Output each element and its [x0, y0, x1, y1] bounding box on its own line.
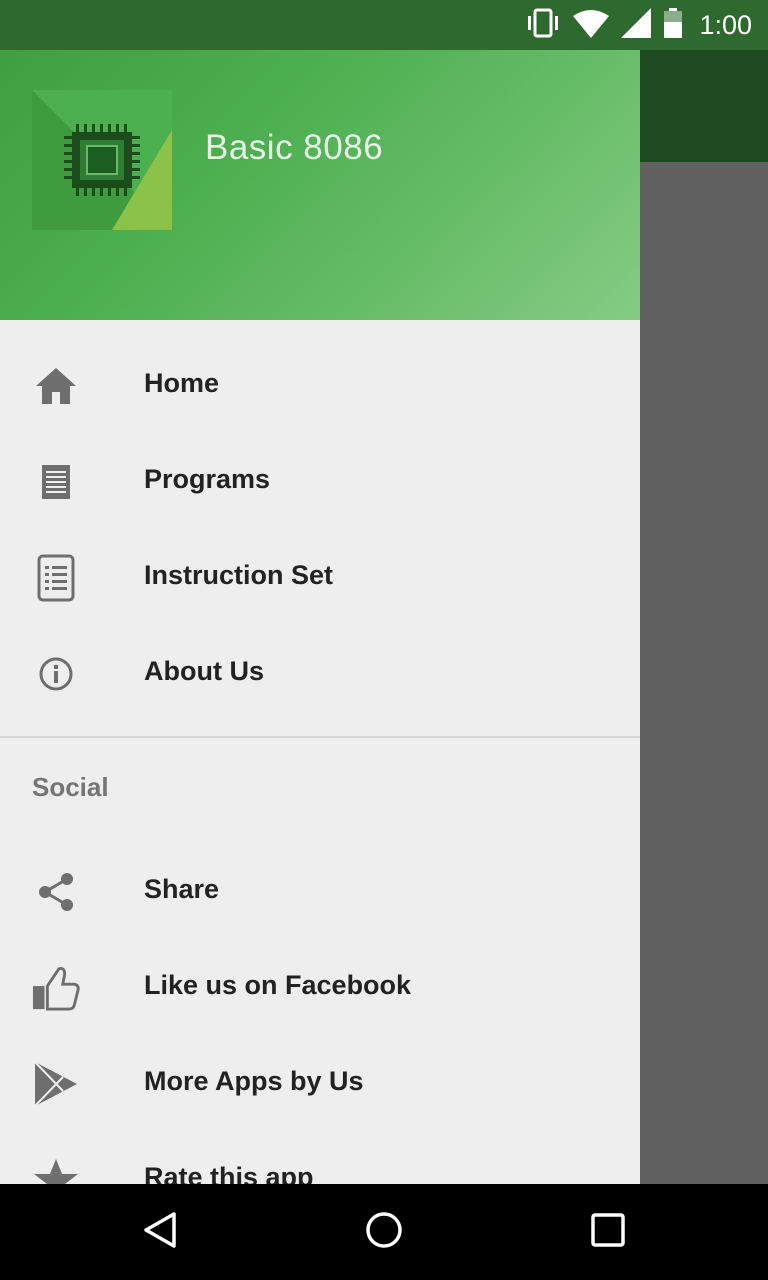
navigation-drawer: Basic 8086 Home Programs Instruction Set…: [0, 0, 640, 1184]
menu-item-share[interactable]: Share: [0, 844, 640, 940]
system-nav-bar: [0, 1184, 768, 1280]
menu-item-label: Programs: [144, 464, 271, 494]
home-icon: [32, 362, 80, 410]
star-icon: [32, 1156, 80, 1184]
menu-item-programs[interactable]: Programs: [0, 434, 640, 530]
menu-item-label: Like us on Facebook: [144, 970, 412, 1000]
info-icon: [32, 650, 80, 698]
app-title: Basic 8086: [205, 128, 384, 167]
document-icon: [32, 458, 80, 506]
cell-signal-icon: [621, 7, 652, 43]
menu-item-label: About Us: [144, 656, 264, 686]
back-icon: [140, 1210, 180, 1255]
wifi-icon: [573, 8, 610, 43]
status-bar: 1:00: [0, 0, 768, 50]
menu-item-about-us[interactable]: About Us: [0, 626, 640, 722]
menu-item-label: Instruction Set: [144, 560, 334, 590]
menu-item-more-apps[interactable]: More Apps by Us: [0, 1036, 640, 1132]
drawer-menu: Home Programs Instruction Set About Us S…: [0, 338, 640, 1184]
home-button[interactable]: [360, 1208, 408, 1256]
menu-item-label: More Apps by Us: [144, 1066, 364, 1096]
home-circle-icon: [364, 1210, 404, 1255]
menu-item-rate-app[interactable]: Rate this app: [0, 1132, 640, 1184]
app-logo: [32, 90, 172, 230]
vibrate-icon: [525, 8, 561, 43]
menu-item-label: Rate this app: [144, 1162, 314, 1184]
section-label: Social: [32, 772, 109, 802]
thumbs-up-icon: [32, 964, 80, 1012]
back-button[interactable]: [136, 1208, 184, 1256]
status-time: 1:00: [699, 9, 752, 40]
menu-item-label: Share: [144, 874, 220, 904]
recents-icon: [590, 1212, 626, 1253]
play-store-icon: [32, 1060, 80, 1108]
share-icon: [32, 868, 80, 916]
menu-item-home[interactable]: Home: [0, 338, 640, 434]
menu-item-facebook[interactable]: Like us on Facebook: [0, 940, 640, 1036]
menu-item-label: Home: [144, 368, 220, 398]
recents-button[interactable]: [584, 1208, 632, 1256]
menu-item-instruction-set[interactable]: Instruction Set: [0, 530, 640, 626]
section-header-social: Social: [0, 738, 640, 844]
battery-icon: [663, 7, 683, 43]
list-icon: [32, 554, 80, 602]
